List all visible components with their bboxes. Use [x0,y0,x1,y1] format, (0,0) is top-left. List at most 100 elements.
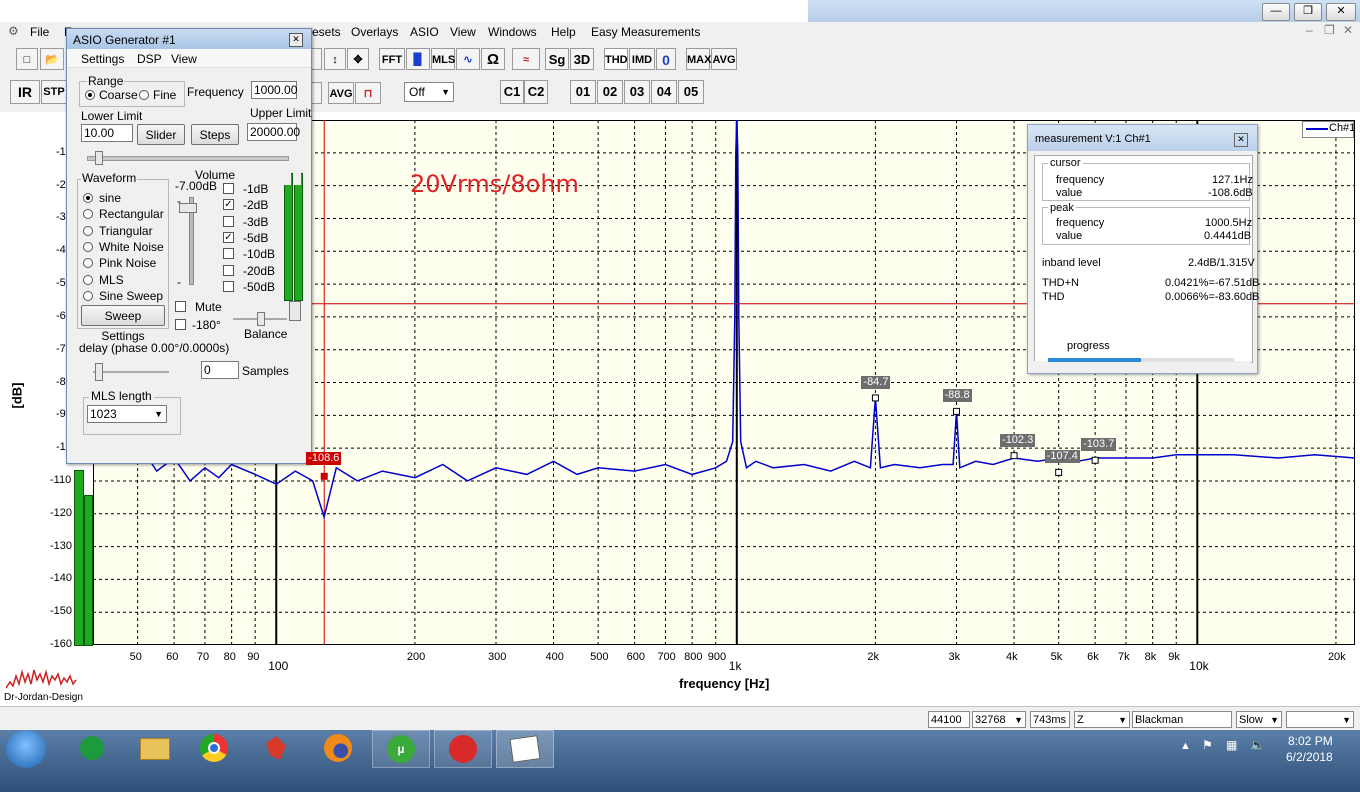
frequency-slider-thumb[interactable] [95,151,103,165]
taskbar-utorrent-icon[interactable]: µ [372,730,430,768]
start-button-icon[interactable] [6,730,46,768]
lower-limit-field[interactable]: 10.00 [81,124,133,142]
volume-slider-thumb[interactable] [179,203,197,213]
menu-view[interactable]: View [450,25,476,39]
weighting-select[interactable]: Z ▼ [1074,711,1130,728]
frequency-response-icon[interactable]: ≈ [512,48,540,70]
taskbar-bird-app-icon[interactable] [248,730,304,766]
close-button[interactable]: ✕ [1326,3,1356,21]
taskbar-arta-icon[interactable] [496,730,554,768]
generator-close-icon[interactable]: ✕ [289,33,303,47]
overlay-03-button[interactable]: 03 [624,80,650,104]
volume-step-checkbox[interactable] [223,183,234,194]
slider-button[interactable]: Slider [137,124,185,145]
sine-wave-icon[interactable]: ∿ [456,48,480,70]
menu-presets[interactable]: esets [312,25,341,39]
taskbar-app-green-icon[interactable] [64,730,120,766]
tray-flag-icon[interactable]: ⚑ [1202,738,1213,752]
volume-step-checkbox[interactable] [223,215,234,227]
minimize-button[interactable]: — [1262,3,1290,21]
menu-windows[interactable]: Windows [488,25,537,39]
volume-step-checkbox[interactable] [223,264,234,276]
frequency-slider-track[interactable] [87,156,289,161]
delay-slider-track[interactable] [93,371,169,373]
taskbar-media-icon[interactable] [434,730,492,768]
balance-slider-thumb[interactable] [257,312,265,326]
new-file-icon[interactable]: □ [16,48,38,70]
volume-step-checkbox[interactable] [223,248,234,260]
overlay-01-button[interactable]: 01 [570,80,596,104]
averaging-button[interactable]: AVG [328,82,354,104]
tray-network-icon[interactable]: ▦ [1226,738,1237,752]
menu-easy-measurements[interactable]: Easy Measurements [591,25,700,39]
channel-c2-button[interactable]: C2 [524,80,548,104]
fftsize-select[interactable]: 32768 ▼ [972,711,1026,728]
upper-limit-field[interactable]: 20000.00 [247,123,300,141]
volume-step-checkbox[interactable] [223,280,234,292]
asio-generator-window[interactable]: ASIO Generator #1 ✕ Settings DSP View Ra… [66,28,312,464]
avg-button[interactable]: AVG [711,48,737,70]
time-field[interactable]: 743ms [1030,711,1070,728]
generator-menu-settings[interactable]: Settings [81,52,124,66]
mute-checkbox[interactable] [175,301,186,312]
delay-slider-thumb[interactable] [95,363,103,381]
clock-time[interactable]: 8:02 PM [1288,734,1333,748]
fft-button[interactable]: FFT [379,48,405,70]
sweep-settings-button[interactable]: Sweep Settings [81,305,165,343]
mdi-minimize-icon[interactable]: – [1306,23,1313,37]
imd-button[interactable]: IMD [629,48,655,70]
overlay-04-button[interactable]: 04 [651,80,677,104]
waveform-radio[interactable] [83,290,93,301]
max-button[interactable]: MAX [686,48,711,70]
signal-generator-button[interactable]: Sg [545,48,569,70]
3d-button[interactable]: 3D [570,48,594,70]
generator-menu-dsp[interactable]: DSP [137,52,162,66]
mls-button[interactable]: MLS [431,48,455,70]
taskbar-chrome-icon[interactable] [186,730,242,766]
taskbar-firefox-icon[interactable] [310,730,366,766]
window-field[interactable]: Blackman [1132,711,1232,728]
volume-step-checkbox[interactable]: ✓ [223,199,234,211]
fine-radio[interactable] [139,90,149,100]
spectrum-icon[interactable]: ▉ [406,48,430,70]
tray-volume-icon[interactable]: 🔈 [1250,738,1265,752]
menu-asio[interactable]: ASIO [410,25,439,39]
waveform-radio[interactable] [83,241,93,252]
overlay-select[interactable]: Off ▼ [404,82,454,102]
invert-checkbox[interactable] [175,319,186,330]
app-icon[interactable]: ⚙ [8,24,19,38]
menu-overlays[interactable]: Overlays [351,25,398,39]
ir-button[interactable]: IR [10,80,40,104]
thd-button[interactable]: THD [604,48,628,70]
waveform-radio[interactable] [83,193,93,203]
step-button[interactable]: STP [41,80,67,104]
volume-step-checkbox[interactable]: ✓ [223,231,234,243]
tray-expand-icon[interactable]: ▲ [1180,740,1191,752]
menu-help[interactable]: Help [551,25,576,39]
clock-date[interactable]: 6/2/2018 [1286,750,1333,764]
restore-button[interactable]: ❐ [1294,3,1322,21]
overlay-05-button[interactable]: 05 [678,80,704,104]
move-icon[interactable]: ✥ [347,48,369,70]
menu-file[interactable]: File [30,25,49,39]
mls-length-select[interactable]: 1023 ▼ [87,405,167,423]
close-icon[interactable]: ✕ [1234,133,1248,147]
balance-up-icon[interactable] [289,301,301,321]
waveform-radio[interactable] [83,274,93,285]
waveform-radio[interactable] [83,225,93,236]
channel-c1-button[interactable]: C1 [500,80,524,104]
trigger-icon[interactable]: ⊓ [355,82,381,104]
impedance-button[interactable]: Ω [481,48,505,70]
mdi-restore-icon[interactable]: ❐ [1324,23,1335,37]
open-folder-icon[interactable]: 📂 [40,48,64,70]
coarse-radio[interactable] [85,90,95,100]
steps-button[interactable]: Steps [191,124,239,145]
samples-field[interactable]: 0 [201,361,239,379]
extra-select[interactable]: ▼ [1286,711,1354,728]
samplerate-field[interactable]: 44100 [928,711,970,728]
mdi-close-icon[interactable]: ✕ [1343,23,1353,37]
generator-menu-view[interactable]: View [171,52,197,66]
vertical-zoom-icon[interactable]: ↕ [324,48,346,70]
measurement-window[interactable]: measurement V:1 Ch#1 ✕ cursor frequency … [1027,124,1260,374]
taskbar-explorer-icon[interactable] [126,730,182,766]
